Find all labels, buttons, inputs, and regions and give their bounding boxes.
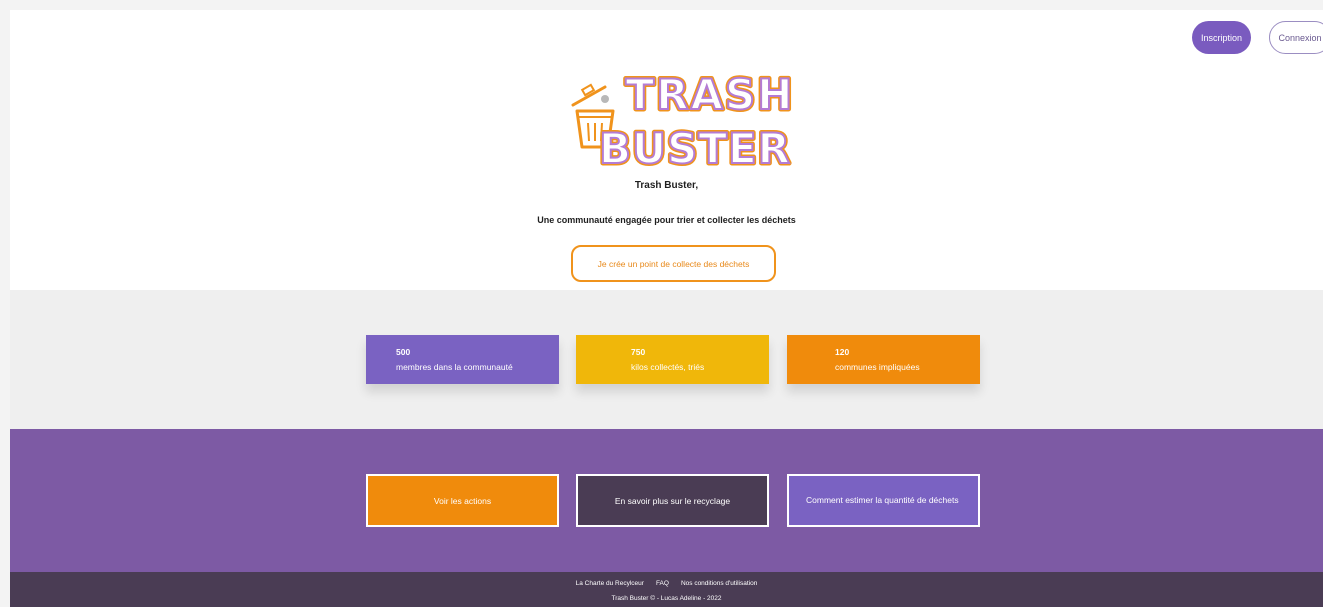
trash-buster-logo: TRASH TRASH BUSTER BUSTER <box>571 68 795 170</box>
footer-links: La Charte du Recylceur FAQ Nos condition… <box>10 580 1323 587</box>
see-actions-button[interactable]: Voir les actions <box>366 474 559 527</box>
footer-link-charte[interactable]: La Charte du Recylceur <box>576 580 644 587</box>
stat-value: 750 <box>631 347 646 357</box>
stat-value: 500 <box>396 347 411 357</box>
hero-section: TRASH TRASH BUSTER BUSTER Trash Buster, … <box>10 60 1323 290</box>
hero-title: Trash Buster, <box>634 180 699 191</box>
inscription-button[interactable]: Inscription <box>1192 21 1251 54</box>
hero-tagline: Une communauté engagée pour trier et col… <box>537 215 796 225</box>
footer: La Charte du Recylceur FAQ Nos condition… <box>10 572 1323 607</box>
stat-card-communes: 120 communes impliquées <box>787 335 980 384</box>
stats-section: 500 membres dans la communauté 750 kilos… <box>10 290 1323 429</box>
stat-card-kilos: 750 kilos collectés, triés <box>576 335 769 384</box>
connexion-button[interactable]: Connexion <box>1269 21 1323 54</box>
logo-line2-inner: BUSTER <box>599 124 791 170</box>
copyright: Trash Buster © - Lucas Adeline - 2022 <box>611 595 722 602</box>
footer-link-conditions[interactable]: Nos conditions d'utilisation <box>681 580 757 587</box>
stat-label: communes impliquées <box>835 362 920 372</box>
logo-line1-inner: TRASH <box>626 70 795 119</box>
page: Inscription Connexion TRASH TRASH BUSTER… <box>10 10 1323 607</box>
estimate-waste-button[interactable]: Comment estimer la quantité de déchets <box>787 474 980 527</box>
stat-card-members: 500 membres dans la communauté <box>366 335 559 384</box>
learn-recycling-button[interactable]: En savoir plus sur le recyclage <box>576 474 769 527</box>
stat-label: kilos collectés, triés <box>631 362 705 372</box>
stat-value: 120 <box>835 347 850 357</box>
header: Inscription Connexion <box>10 10 1323 60</box>
actions-section: Voir les actions En savoir plus sur le r… <box>10 429 1323 572</box>
footer-link-faq[interactable]: FAQ <box>656 580 669 587</box>
create-collection-point-button[interactable]: Je crée un point de collecte des déchets <box>571 245 776 282</box>
stat-label: membres dans la communauté <box>396 362 513 372</box>
